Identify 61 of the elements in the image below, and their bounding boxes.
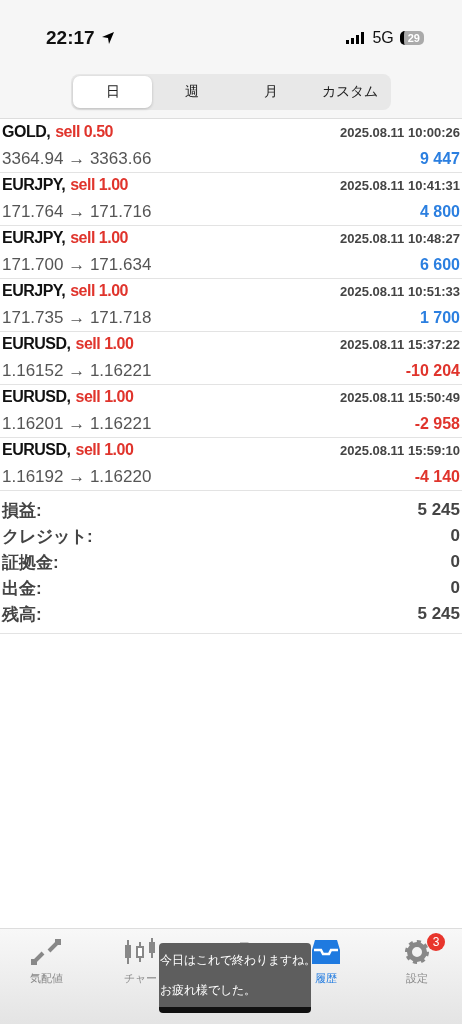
deal-time: 2025.08.11 15:37:22	[340, 337, 460, 352]
deal-side: sell 1.00	[75, 388, 134, 406]
deal-prices: 171.700 → 171.634	[2, 255, 152, 275]
caption-line: 今日はこれで終わりますね。	[160, 952, 316, 968]
deal-profit: 4 800	[419, 203, 460, 221]
summary-label: 損益:	[2, 499, 42, 522]
diagonal-arrows-icon	[31, 939, 61, 965]
deal-symbol: EURUSD,	[2, 441, 71, 459]
deal-symbol: EURUSD,	[2, 388, 71, 406]
deal-time: 2025.08.11 15:50:49	[340, 390, 460, 405]
summary-label: 証拠金:	[2, 551, 59, 574]
deal-time: 2025.08.11 15:59:10	[340, 443, 460, 458]
deal-side: sell 1.00	[75, 441, 134, 459]
battery-indicator: 29	[399, 31, 424, 45]
summary-value: 5 245	[417, 604, 460, 624]
settings-icon	[403, 938, 431, 966]
inbox-tray-icon	[311, 938, 341, 966]
signal-icon	[346, 32, 367, 44]
summary-label: 出金:	[2, 577, 42, 600]
deal-profit: 6 600	[419, 256, 460, 274]
deal-symbol: EURJPY,	[2, 229, 66, 247]
deal-symbol: EURJPY,	[2, 176, 66, 194]
deal-symbol: GOLD,	[2, 123, 51, 141]
deal-prices: 3364.94 → 3363.66	[2, 149, 152, 169]
deal-profit: 1 700	[419, 309, 460, 327]
deal-side: sell 0.50	[55, 123, 113, 141]
deal-profit: -10 204	[405, 362, 460, 380]
deal-profit: -4 140	[414, 468, 460, 486]
notification-badge: 3	[427, 933, 445, 951]
summary-value: 0	[450, 578, 460, 598]
summary-value: 5 245	[417, 500, 460, 520]
deal-time: 2025.08.11 10:00:26	[340, 125, 460, 140]
deal-profit: 9 447	[419, 150, 460, 168]
deal-prices: 1.16192 → 1.16220	[2, 467, 152, 487]
deal-prices: 1.16152 → 1.16221	[2, 361, 152, 381]
deal-side: sell 1.00	[75, 335, 134, 353]
summary-label: クレジット:	[2, 525, 93, 548]
deal-prices: 171.764 → 171.716	[2, 202, 152, 222]
status-time: 22:17	[46, 27, 95, 49]
deal-symbol: EURJPY,	[2, 282, 66, 300]
location-arrow-icon	[100, 31, 115, 45]
summary-value: 0	[450, 552, 460, 572]
summary-label: 残高:	[2, 603, 42, 626]
deal-prices: 171.735 → 171.718	[2, 308, 152, 328]
deal-prices: 1.16201 → 1.16221	[2, 414, 152, 434]
deal-time: 2025.08.11 10:48:27	[340, 231, 460, 246]
deal-side: sell 1.00	[70, 176, 128, 194]
deal-side: sell 1.00	[70, 229, 128, 247]
deal-profit: -2 958	[414, 415, 460, 433]
period-tab[interactable]: カスタム	[310, 76, 389, 108]
deal-time: 2025.08.11 10:51:33	[340, 284, 460, 299]
period-tab[interactable]: 週	[152, 76, 231, 108]
deal-side: sell 1.00	[70, 282, 128, 300]
period-tab[interactable]: 日	[73, 76, 152, 108]
caption-line: お疲れ様でした。	[160, 982, 256, 998]
candlestick-icon	[123, 938, 157, 966]
period-tab[interactable]: 月	[231, 76, 310, 108]
deal-symbol: EURUSD,	[2, 335, 71, 353]
summary-value: 0	[450, 526, 460, 546]
network-label: 5G	[372, 29, 394, 47]
deal-time: 2025.08.11 10:41:31	[340, 178, 460, 193]
